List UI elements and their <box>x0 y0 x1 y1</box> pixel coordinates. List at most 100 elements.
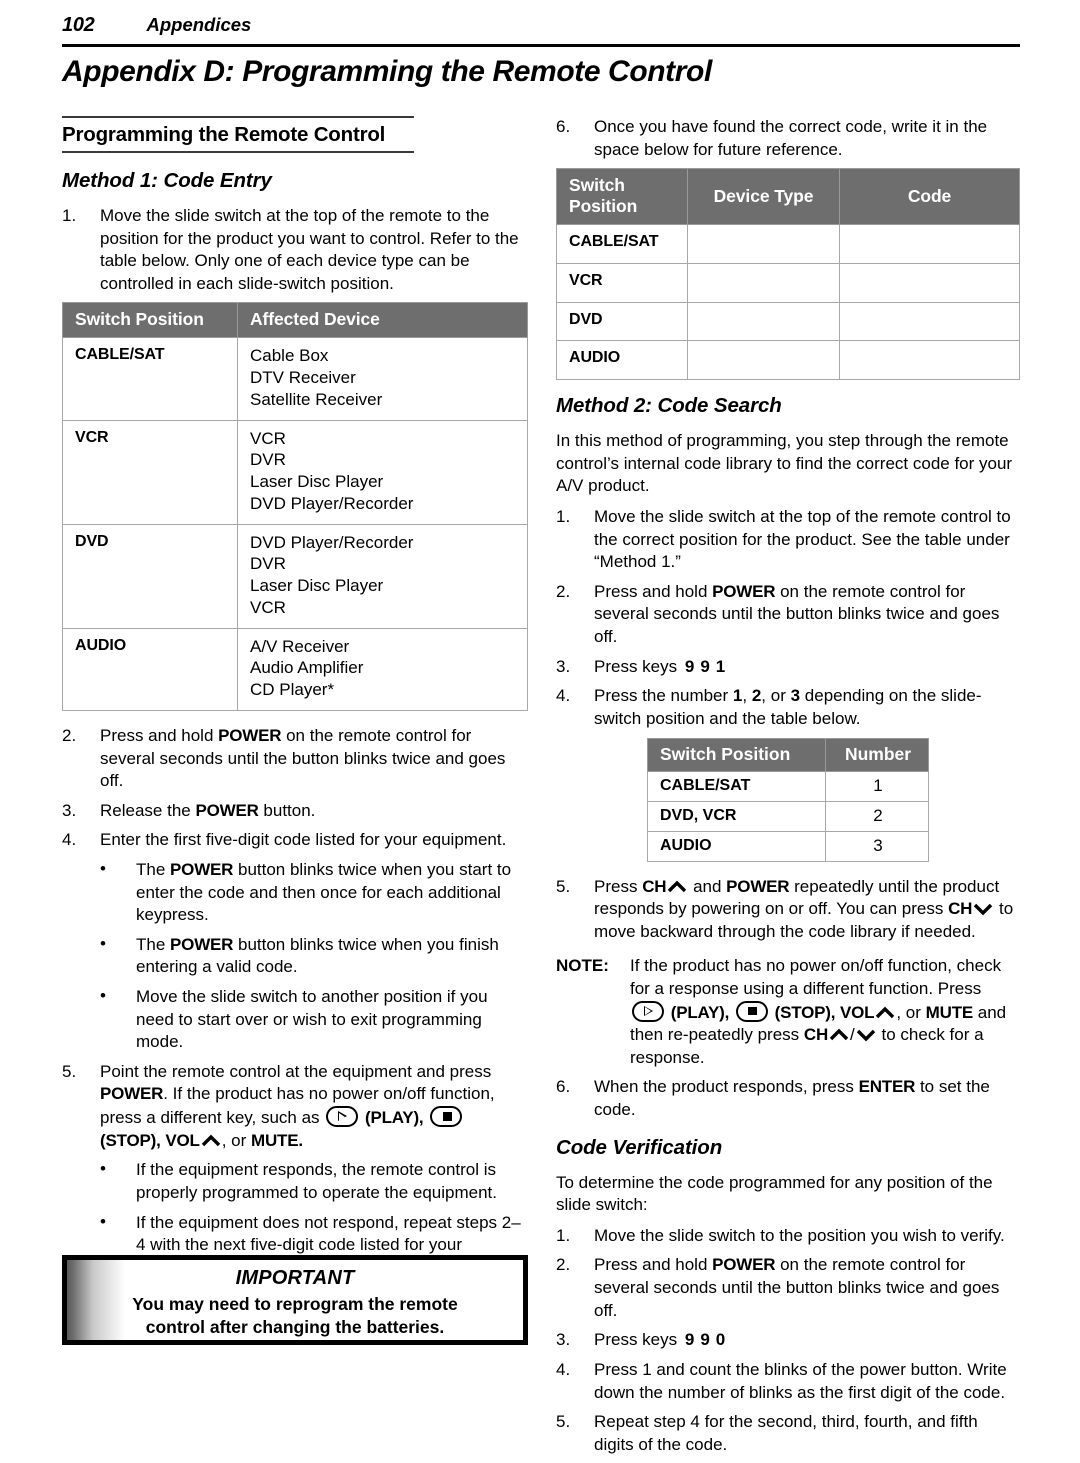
stop-icon <box>735 1000 768 1022</box>
key-power: POWER <box>726 876 790 896</box>
step-item: 2. Press and hold POWER on the remote con… <box>62 725 528 793</box>
cell-switch-position: CABLE/SAT <box>62 337 238 421</box>
step-text-pre: When the product responds, press <box>594 1077 859 1097</box>
play-label: (PLAY), <box>365 1108 424 1128</box>
key-digit: 9 <box>700 656 710 676</box>
important-title: IMPORTANT <box>235 1267 355 1289</box>
step-number: 3. <box>556 1330 571 1350</box>
step-item: 5. Point the remote control at the equipm… <box>62 1061 528 1152</box>
step-text-pre: Press keys <box>594 656 682 676</box>
step-item: 3. Press keys 991 <box>556 656 1020 679</box>
step-item: 5. Press CH and POWER repeatedly until th… <box>556 876 1020 944</box>
step4-bullets: • The POWER button blinks twice when you … <box>62 859 528 1054</box>
method1-steps-continued: 2. Press and hold POWER on the remote con… <box>62 725 528 852</box>
cell-number: 1 <box>825 770 929 802</box>
device-line: VCR <box>250 428 286 448</box>
mute-label: MUTE. <box>251 1130 303 1150</box>
note-text-2: , or <box>896 1002 926 1022</box>
step-number: 6. <box>556 1077 571 1097</box>
note-text-1: If the product has no power on/off funct… <box>630 956 1002 998</box>
key-digit: 9 <box>684 656 695 676</box>
device-line: DVR <box>250 450 286 470</box>
cell-code-blank[interactable] <box>839 224 1020 264</box>
step-number: 4. <box>556 686 571 706</box>
section-rule-bottom <box>62 151 414 153</box>
table-row: DVD, VCR 2 <box>647 800 929 832</box>
method2-steps: 1. Move the slide switch at the top of th… <box>556 506 1020 730</box>
bullet-text-pre: The <box>136 934 171 954</box>
step-text-sep: , or <box>761 686 791 706</box>
cell-affected-device: DVD Player/Recorder DVR Laser Disc Playe… <box>237 523 528 629</box>
stop-label: (STOP), <box>774 1002 836 1022</box>
cell-device-type-blank[interactable] <box>687 224 840 264</box>
affected-device-table: Switch Position Affected Device CABLE/SA… <box>62 302 528 711</box>
chevron-up-icon <box>875 1006 895 1020</box>
step-text-pre: Release the <box>100 800 196 820</box>
chevron-up-icon <box>829 1028 849 1042</box>
step-number: 2. <box>556 1255 571 1275</box>
cell-code-blank[interactable] <box>839 301 1020 342</box>
list-item: • The POWER button blinks twice when you … <box>62 859 528 927</box>
step-number: 5. <box>62 1061 77 1081</box>
method2-intro: In this method of programming, you step … <box>556 431 1013 496</box>
page-title: Appendix D: Programming the Remote Contr… <box>62 55 712 88</box>
chevron-down-icon <box>856 1028 876 1042</box>
step-number: 1. <box>556 507 571 527</box>
cell-switch-position: AUDIO <box>647 830 826 862</box>
stop-label: (STOP), <box>100 1130 161 1150</box>
list-item: • Move the slide switch to another positi… <box>62 986 528 1054</box>
cell-device-type-blank[interactable] <box>687 262 840 303</box>
column-header-switch-position: Switch Position <box>556 168 688 226</box>
switch-number-table-wrap: Switch Position Number CABLE/SAT 1 DVD, … <box>556 737 1020 862</box>
bullet-dot-icon: • <box>100 858 106 878</box>
bullet-dot-icon: • <box>100 1211 106 1231</box>
key-power: POWER <box>170 934 234 954</box>
cell-switch-position: VCR <box>62 419 238 525</box>
step-item: 5. Repeat step 4 for the second, third, f… <box>556 1411 1020 1456</box>
mute-label: MUTE <box>925 1002 974 1022</box>
cell-code-blank[interactable] <box>839 340 1020 381</box>
chevron-up-icon <box>667 880 687 894</box>
key-digit: 1 <box>715 656 726 676</box>
step-text-1: Point the remote control at the equipmen… <box>100 1061 492 1081</box>
step-text-post: and count the blinks of the power button… <box>594 1359 1007 1402</box>
key-ch: CH <box>642 876 667 896</box>
step-text: Enter the first five-digit code listed f… <box>100 830 507 850</box>
section-heading-group: Programming the Remote Control <box>62 116 528 153</box>
step-text: Move the slide switch at the top of the … <box>100 206 519 293</box>
step-text-pre: Press and hold <box>594 1255 713 1275</box>
step-text-sep: , <box>742 686 752 706</box>
bullet-dot-icon: • <box>100 1159 106 1179</box>
bullet-dot-icon: • <box>100 986 106 1006</box>
key-digit: 0 <box>715 1330 726 1350</box>
step-text-pre: Press and hold <box>100 725 219 745</box>
bullet-text-post: Move the slide switch to another positio… <box>136 987 488 1052</box>
device-line: Audio Amplifier <box>250 658 364 678</box>
device-line: DVR <box>250 554 286 574</box>
key-power: POWER <box>218 725 282 745</box>
cell-affected-device: A/V Receiver Audio Amplifier CD Player* <box>237 627 528 711</box>
table-row: DVD DVD Player/Recorder DVR Laser Disc P… <box>62 523 528 629</box>
cell-device-type-blank[interactable] <box>687 301 840 342</box>
key-power: POWER <box>712 1255 776 1275</box>
cell-code-blank[interactable] <box>839 262 1020 303</box>
note-label: NOTE: <box>556 956 609 976</box>
device-line: Satellite Receiver <box>250 389 383 409</box>
table-row: DVD <box>556 301 1020 342</box>
step-item: 1. Move the slide switch at the top of t… <box>62 205 528 295</box>
step-text-2: and <box>688 876 727 896</box>
cell-device-type-blank[interactable] <box>687 340 840 381</box>
step-text-pre: Press the number <box>594 686 733 706</box>
step-item: 4. Enter the first five-digit code listed… <box>62 829 528 852</box>
key-power: POWER <box>170 859 234 879</box>
method1-heading: Method 1: Code Entry <box>62 169 272 192</box>
step-item: 3. Release the POWER button. <box>62 800 528 823</box>
method1-step6-group: 6. Once you have found the correct code, … <box>556 116 1020 161</box>
column-header-number: Number <box>825 737 929 772</box>
running-header: 102 Appendices <box>62 14 1020 37</box>
step-number: 3. <box>62 800 77 820</box>
cell-switch-position: AUDIO <box>62 627 238 711</box>
play-icon <box>326 1106 359 1128</box>
cell-switch-position: DVD, VCR <box>647 800 826 832</box>
step-item: 2. Press and hold POWER on the remote con… <box>556 1254 1020 1322</box>
